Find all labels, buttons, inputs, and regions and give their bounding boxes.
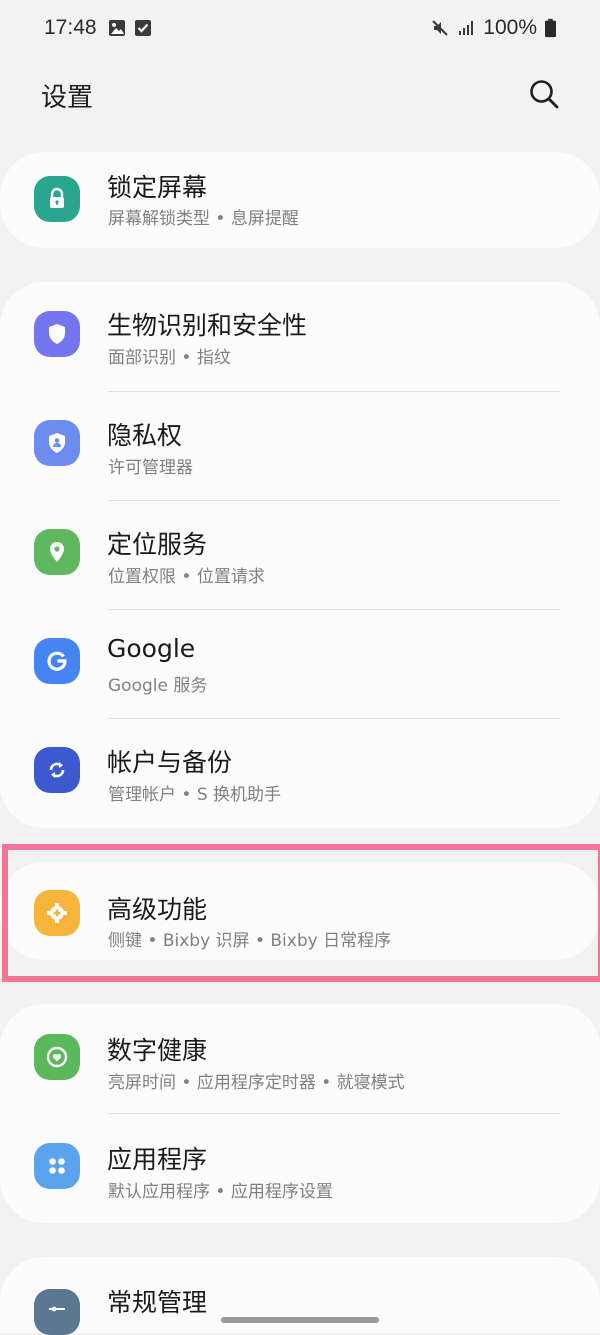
setting-item-accounts-backup[interactable]: 帐户与备份 管理帐户 • S 换机助手 [0,719,600,828]
settings-card-lock: 锁定屏幕 屏幕解锁类型 • 息屏提醒 [0,152,600,248]
gallery-notification-icon [109,20,125,36]
signal-icon [459,21,474,35]
setting-subtitle: 亮屏时间 • 应用程序定时器 • 就寝模式 [108,1073,405,1093]
setting-title: 生物识别和安全性 [107,311,308,340]
shield-icon [34,311,80,357]
setting-title: 数字健康 [107,1036,208,1065]
settings-card-advanced: 高级功能 侧键 • Bixby 识屏 • Bixby 日常程序 [0,862,600,960]
setting-title: Google [107,634,196,663]
checkbox-notification-icon [135,20,151,36]
setting-item-privacy[interactable]: 隐私权 许可管理器 [0,392,600,501]
settings-card-security: 生物识别和安全性 面部识别 • 指纹 隐私权 许可管理器 定位服务 位置权限 •… [0,282,600,828]
setting-item-apps[interactable]: 应用程序 默认应用程序 • 应用程序设置 [0,1114,600,1223]
search-icon [530,80,559,109]
setting-title: 高级功能 [107,895,208,924]
lock-icon [34,176,80,222]
sliders-icon [34,1289,80,1335]
setting-subtitle: Google 服务 [108,676,208,696]
setting-subtitle: 面部识别 • 指纹 [108,348,231,368]
setting-subtitle: 管理帐户 • S 换机助手 [108,785,282,805]
search-button[interactable] [524,74,564,114]
location-pin-icon [34,529,80,575]
setting-title: 定位服务 [107,530,208,559]
setting-item-location[interactable]: 定位服务 位置权限 • 位置请求 [0,501,600,610]
navigation-handle[interactable] [221,1317,379,1323]
setting-item-biometrics[interactable]: 生物识别和安全性 面部识别 • 指纹 [0,282,600,392]
setting-item-digital-wellbeing[interactable]: 数字健康 亮屏时间 • 应用程序定时器 • 就寝模式 [0,1004,600,1114]
setting-subtitle: 许可管理器 [108,458,193,478]
setting-title: 常规管理 [107,1288,208,1317]
setting-subtitle: 屏幕解锁类型 • 息屏提醒 [108,209,299,229]
heart-ring-icon [34,1034,80,1080]
apps-grid-icon [34,1143,80,1189]
setting-title: 应用程序 [107,1145,208,1174]
privacy-shield-icon [34,420,80,466]
header: 设置 [0,60,600,130]
setting-item-lock-screen[interactable]: 锁定屏幕 屏幕解锁类型 • 息屏提醒 [0,152,600,248]
battery-icon [545,18,556,38]
battery-percentage: 100% [483,16,537,39]
setting-item-google[interactable]: Google Google 服务 [0,610,600,719]
setting-subtitle: 侧键 • Bixby 识屏 • Bixby 日常程序 [108,931,392,951]
status-time: 17:48 [44,16,97,39]
gear-plus-icon [34,890,80,936]
page-title: 设置 [41,83,94,113]
sync-icon [34,747,80,793]
status-bar: 17:48 100% [0,0,600,60]
google-icon [34,638,80,684]
setting-subtitle: 位置权限 • 位置请求 [108,567,265,587]
setting-title: 锁定屏幕 [107,173,208,202]
settings-card-wellbeing: 数字健康 亮屏时间 • 应用程序定时器 • 就寝模式 应用程序 默认应用程序 •… [0,1004,600,1223]
setting-item-advanced-features[interactable]: 高级功能 侧键 • Bixby 识屏 • Bixby 日常程序 [0,862,600,960]
setting-title: 隐私权 [107,421,183,450]
mute-icon [432,20,448,36]
setting-title: 帐户与备份 [107,748,233,777]
setting-subtitle: 默认应用程序 • 应用程序设置 [108,1182,333,1202]
